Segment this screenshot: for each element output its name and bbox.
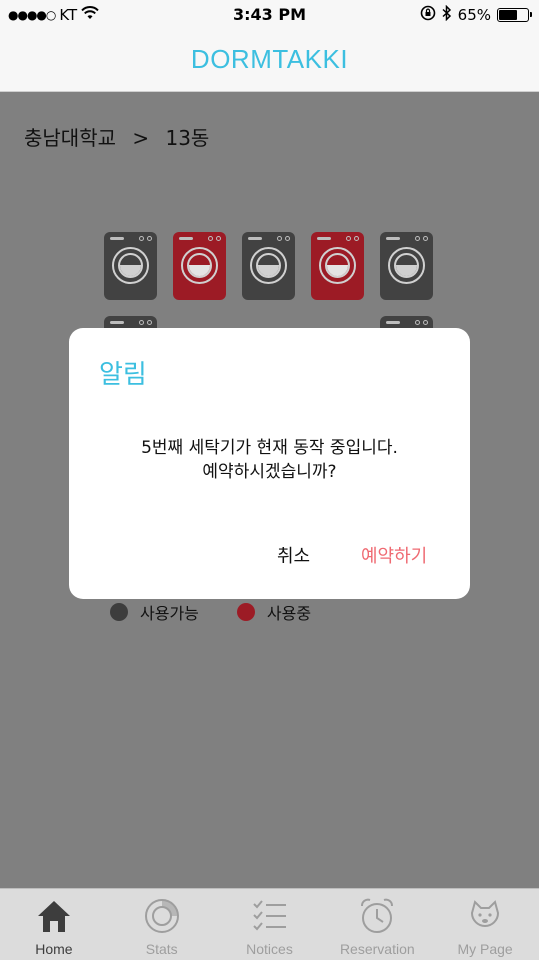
machine-panel	[179, 237, 193, 240]
rotation-lock-icon	[420, 5, 436, 25]
machine-knob	[285, 236, 290, 241]
tab-reservation[interactable]: Reservation	[323, 889, 431, 960]
available-dot-icon	[110, 603, 128, 621]
tab-my-page[interactable]: My Page	[431, 889, 539, 960]
alarm-clock-icon	[358, 897, 396, 935]
breadcrumb: 충남대학교 > 13동	[24, 122, 219, 151]
machine-knob	[423, 236, 428, 241]
tab-my-page-label: My Page	[457, 941, 513, 957]
washing-machine-4[interactable]	[311, 232, 364, 300]
dialog-title: 알림	[99, 360, 147, 390]
machine-door	[112, 247, 149, 284]
machine-knob	[208, 236, 213, 241]
status-bar: ●●●●○ KT 3:43 PM 65%	[0, 0, 539, 30]
machine-door	[181, 247, 218, 284]
stats-icon	[143, 897, 181, 935]
tab-stats[interactable]: Stats	[108, 889, 216, 960]
legend-available: 사용가능	[110, 600, 199, 624]
machine-knob	[216, 236, 221, 241]
in-use-dot-icon	[236, 603, 255, 621]
machine-panel	[386, 237, 400, 240]
cancel-button[interactable]: 취소	[277, 542, 310, 568]
alert-dialog: 알림 5번째 세탁기가 현재 동작 중입니다. 예약하시겠습니까? 취소 예약하…	[69, 328, 470, 599]
washing-machine-2[interactable]	[173, 232, 226, 300]
breadcrumb-building[interactable]: 13동	[165, 126, 209, 150]
home-icon	[35, 897, 73, 935]
notices-icon	[251, 897, 289, 935]
dialog-message-line-2: 예약하시겠습니까?	[202, 462, 337, 482]
tab-notices[interactable]: Notices	[216, 889, 324, 960]
machine-knob	[139, 236, 144, 241]
dog-icon	[466, 897, 504, 935]
washing-machine-3[interactable]	[242, 232, 295, 300]
washing-machine-row	[104, 232, 433, 300]
tab-stats-label: Stats	[145, 941, 178, 957]
machine-door	[250, 247, 287, 284]
washing-machine-5[interactable]	[380, 232, 433, 300]
breadcrumb-separator: >	[132, 126, 150, 150]
washing-machine-partial[interactable]	[104, 316, 157, 328]
tab-bar: Home Stats Notices Reservation My Page	[0, 888, 539, 960]
machine-knob	[147, 236, 152, 241]
tab-reservation-label: Reservation	[339, 941, 415, 957]
legend-in-use: 사용중	[236, 600, 312, 624]
machine-door	[319, 247, 356, 284]
legend-available-label: 사용가능	[140, 604, 199, 623]
dialog-message-line-1: 5번째 세탁기가 현재 동작 중입니다.	[141, 438, 398, 458]
washing-machine-row-2	[104, 316, 434, 328]
battery-icon	[497, 8, 532, 22]
machine-panel	[248, 237, 262, 240]
nav-bar: DORMTAKKI	[0, 30, 539, 92]
machine-door	[388, 247, 425, 284]
machine-panel	[317, 237, 331, 240]
app-title: DORMTAKKI	[190, 44, 349, 74]
washing-machine-partial[interactable]	[380, 316, 433, 328]
breadcrumb-school[interactable]: 충남대학교	[24, 126, 116, 150]
dialog-message: 5번째 세탁기가 현재 동작 중입니다. 예약하시겠습니까?	[69, 436, 470, 484]
legend: 사용가능 사용중	[110, 600, 311, 624]
machine-knob	[354, 236, 359, 241]
machine-panel	[110, 237, 124, 240]
legend-in-use-label: 사용중	[266, 604, 312, 623]
washing-machine-1[interactable]	[104, 232, 157, 300]
machine-knob	[415, 236, 420, 241]
battery-percent: 65%	[457, 6, 491, 24]
tab-home-label: Home	[35, 941, 73, 957]
reserve-button[interactable]: 예약하기	[361, 542, 427, 568]
machine-knob	[277, 236, 282, 241]
status-right: 65%	[420, 4, 532, 25]
tab-notices-label: Notices	[246, 941, 293, 957]
bluetooth-icon	[442, 4, 452, 25]
tab-home[interactable]: Home	[0, 889, 108, 960]
machine-knob	[346, 236, 351, 241]
